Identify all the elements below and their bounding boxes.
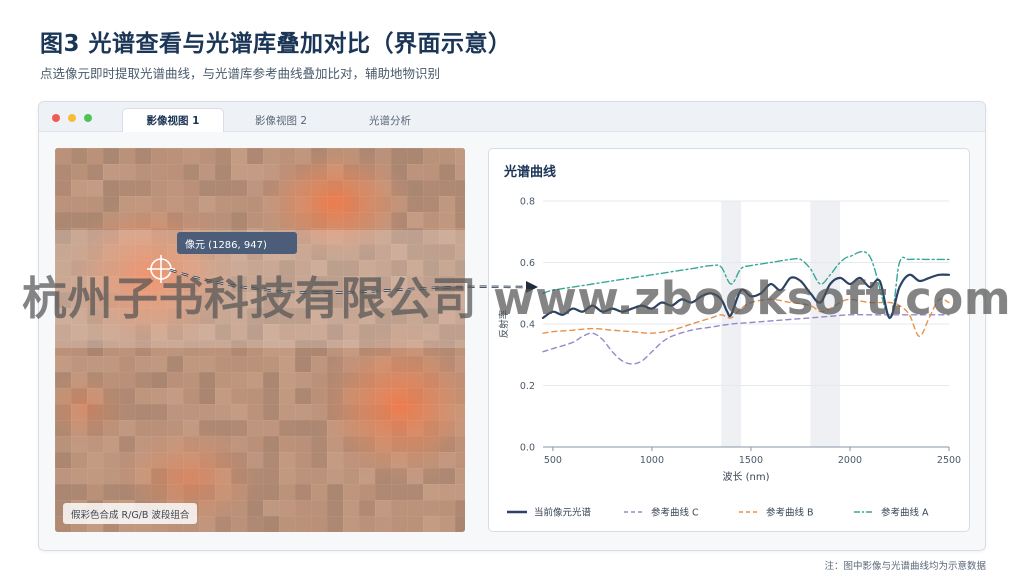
y-tick-label: 0.4 — [520, 320, 535, 331]
x-tick-label: 2500 — [937, 455, 961, 466]
legend-label-1: 参考曲线 C — [651, 507, 699, 519]
series-line-3 — [542, 250, 950, 319]
tab-image-view-2[interactable]: 影像视图 2 — [231, 108, 331, 132]
x-tick-label: 1000 — [640, 455, 664, 466]
y-tick-label: 0.2 — [520, 381, 535, 392]
figure-title: 图3 光谱查看与光谱库叠加对比（界面示意） — [40, 31, 512, 57]
figure-note: 注：图中影像与光谱曲线均为示意数据 — [824, 561, 986, 572]
spectral-chart[interactable]: 0.0 0.2 0.4 0.6 0.8 500 1000 1500 2000 2500 波长 (nm… — [489, 149, 970, 532]
tab-spectral-analysis[interactable]: 光谱分析 — [339, 108, 441, 132]
x-tick-label: 1500 — [739, 455, 763, 466]
pixel-coordinate-tooltip: 像元 (1286, 947) — [177, 232, 297, 254]
y-tick-label: 0.6 — [520, 258, 535, 269]
window-titlebar: 影像视图 1 影像视图 2 光谱分析 — [39, 102, 985, 132]
figure-subtitle: 点选像元即时提取光谱曲线，与光谱库参考曲线叠加比对，辅助地物识别 — [40, 66, 441, 81]
x-tick-label: 2000 — [838, 455, 862, 466]
maximize-window-dot[interactable] — [84, 114, 92, 122]
y-tick-label: 0.0 — [520, 443, 535, 454]
legend-label-0: 当前像元光谱 — [534, 507, 592, 519]
tab-image-view-1[interactable]: 影像视图 1 — [122, 108, 224, 132]
image-view-panel[interactable]: 像元 (1286, 947) 假彩色合成 R/G/B 波段组合 — [55, 148, 465, 532]
y-tick-label: 0.8 — [520, 197, 535, 208]
spectral-chart-panel: 光谱曲线 0.0 0.2 0.4 0.6 0.8 500 1000 1500 2000 2500 波… — [488, 148, 970, 532]
legend-label-2: 参考曲线 B — [766, 507, 814, 519]
minimize-window-dot[interactable] — [68, 114, 76, 122]
legend-label-3: 参考曲线 A — [881, 507, 929, 519]
x-axis-label: 波长 (nm) — [722, 470, 769, 483]
x-tick-label: 500 — [544, 455, 562, 466]
false-color-image[interactable] — [55, 148, 465, 532]
app-window: 影像视图 1 影像视图 2 光谱分析 像元 (1286, 947) 假彩色合成 … — [38, 101, 986, 551]
close-window-dot[interactable] — [52, 114, 60, 122]
series-line-0 — [541, 273, 951, 320]
y-axis-label: 反射率 — [498, 309, 510, 338]
series-line-1 — [542, 313, 950, 365]
band-combination-caption: 假彩色合成 R/G/B 波段组合 — [63, 503, 198, 524]
